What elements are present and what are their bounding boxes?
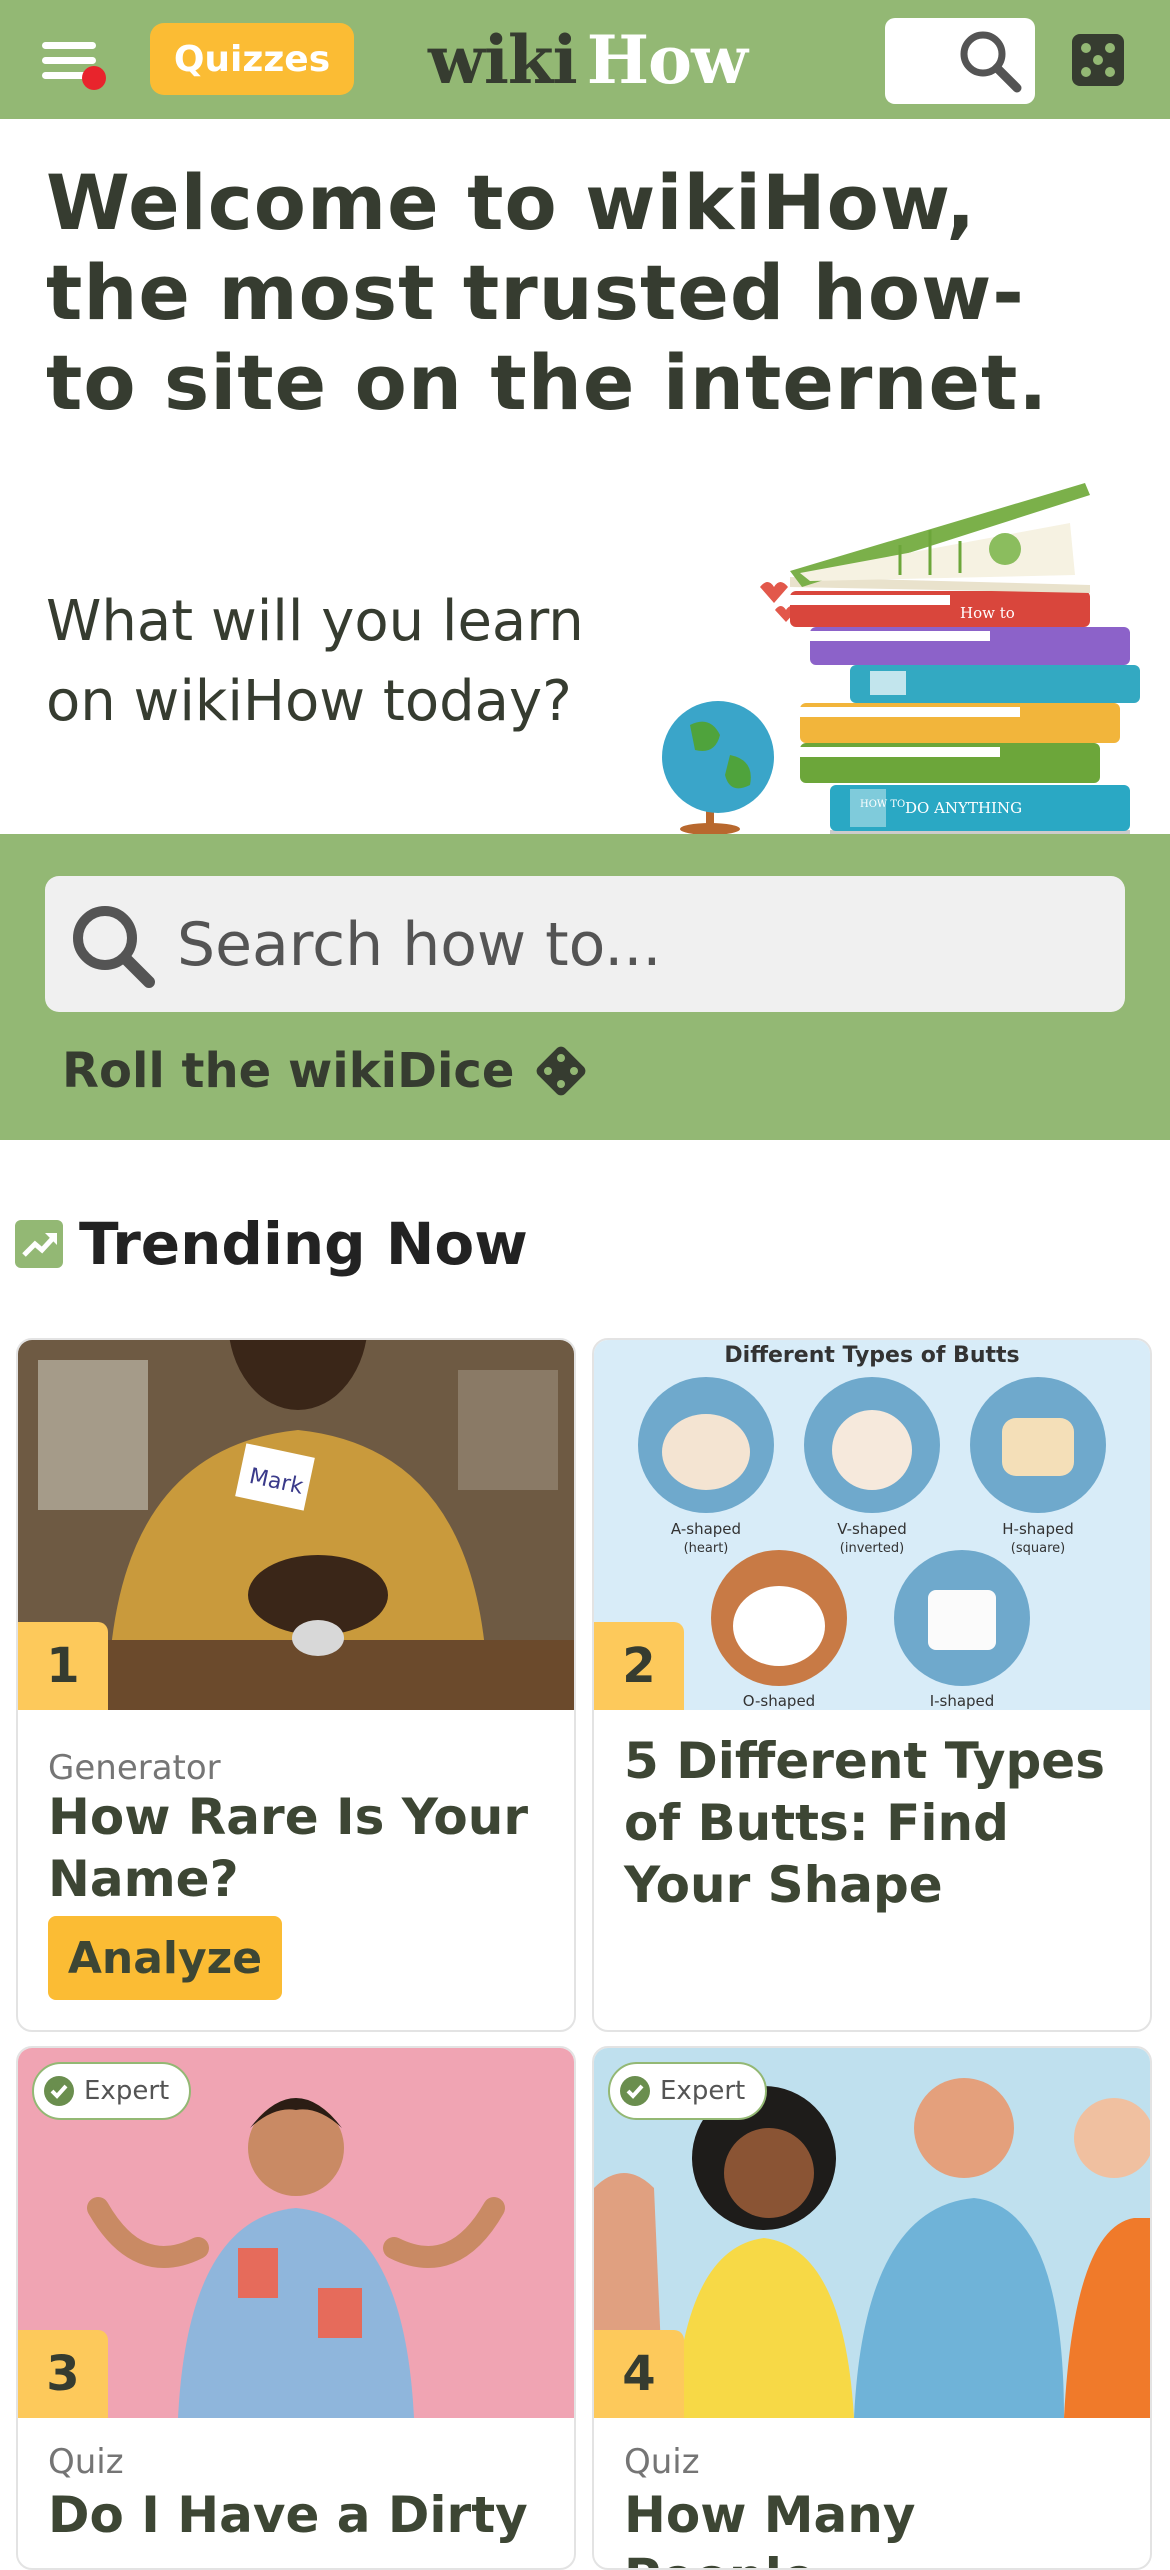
roll-wikidice-label: Roll the wikiDice xyxy=(62,1043,515,1099)
checkmark-seal-icon xyxy=(620,2076,650,2106)
wikihow-logo[interactable]: wiki How xyxy=(428,18,748,102)
logo-wiki-text: wiki xyxy=(428,21,578,99)
shape-i-name: I-shaped xyxy=(930,1692,995,1710)
search-input[interactable] xyxy=(175,896,1079,994)
logo-how-text: How xyxy=(586,21,748,99)
shape-h-sub: (square) xyxy=(1011,1541,1065,1556)
globe-icon xyxy=(662,701,774,835)
trending-card-1[interactable]: Mark 1 Generator How Rare Is Your Name? … xyxy=(16,1338,576,2032)
trending-card-2[interactable]: Different Types of Butts A-shaped (heart… xyxy=(592,1338,1152,2032)
analyze-button[interactable]: Analyze xyxy=(48,1916,282,2000)
infographic-title: Different Types of Butts xyxy=(724,1343,1019,1368)
trending-arrow-icon xyxy=(15,1220,63,1268)
search-icon xyxy=(960,31,1022,93)
notification-dot xyxy=(82,66,106,90)
books-globe-illustration: HOW TO DO ANYTHING How to xyxy=(662,483,1140,835)
expert-badge: Expert xyxy=(608,2062,768,2120)
card-title: Do I Have a Dirty xyxy=(48,2486,528,2544)
rank-badge: 4 xyxy=(594,2330,684,2418)
hero-title: Welcome to wikiHow, the most trusted how… xyxy=(46,158,1049,427)
book-stack: HOW TO DO ANYTHING How to xyxy=(790,483,1140,834)
rank-badge: 3 xyxy=(18,2330,108,2418)
checkmark-seal-icon xyxy=(44,2076,74,2106)
book-spine-label-2: HOW TO xyxy=(860,799,905,810)
shape-v-name: V-shaped xyxy=(837,1520,907,1538)
shape-o-name: O-shaped xyxy=(743,1692,815,1710)
search-icon xyxy=(73,906,155,988)
trending-title: Trending Now xyxy=(79,1210,528,1278)
shape-a-sub: (heart) xyxy=(684,1541,729,1556)
shape-a-name: A-shaped xyxy=(671,1520,741,1538)
main-search-box[interactable] xyxy=(45,876,1125,1012)
card-title: 5 Different Types of Butts: Find Your Sh… xyxy=(624,1732,1105,1914)
header-search-button[interactable] xyxy=(885,18,1035,104)
random-article-button[interactable] xyxy=(1070,32,1126,88)
menu-button[interactable] xyxy=(42,38,106,90)
expert-label: Expert xyxy=(84,2076,170,2106)
card-title: How Rare Is Your Name? xyxy=(48,1788,529,1908)
book-spine-label-3: DO ANYTHING xyxy=(905,799,1022,817)
expert-label: Expert xyxy=(660,2076,746,2106)
rank-badge: 2 xyxy=(594,1622,684,1710)
trending-card-3[interactable]: Expert 3 Quiz Do I Have a Dirty xyxy=(16,2046,576,2570)
shape-h-name: H-shaped xyxy=(1002,1520,1073,1538)
card-title: How Many People xyxy=(624,2486,916,2568)
quizzes-button[interactable]: Quizzes xyxy=(150,23,354,95)
trending-card-4[interactable]: Expert 4 Quiz How Many People xyxy=(592,2046,1152,2570)
roll-wikidice-link[interactable]: Roll the wikiDice xyxy=(62,1040,592,1102)
card-kind-label: Generator xyxy=(48,1748,221,1788)
hero-subtitle: What will you learn on wikiHow today? xyxy=(46,589,584,734)
book-spine-label-1: How to xyxy=(960,604,1015,622)
dice-diamond-icon xyxy=(537,1046,586,1096)
card-kind-label: Quiz xyxy=(624,2442,700,2482)
trending-header: Trending Now xyxy=(15,1210,528,1278)
expert-badge: Expert xyxy=(32,2062,192,2120)
rank-badge: 1 xyxy=(18,1622,108,1710)
top-navigation-bar: Quizzes wiki How xyxy=(0,0,1170,119)
dice-icon xyxy=(1072,34,1124,86)
shape-v-sub: (inverted) xyxy=(840,1541,904,1556)
card-kind-label: Quiz xyxy=(48,2442,124,2482)
